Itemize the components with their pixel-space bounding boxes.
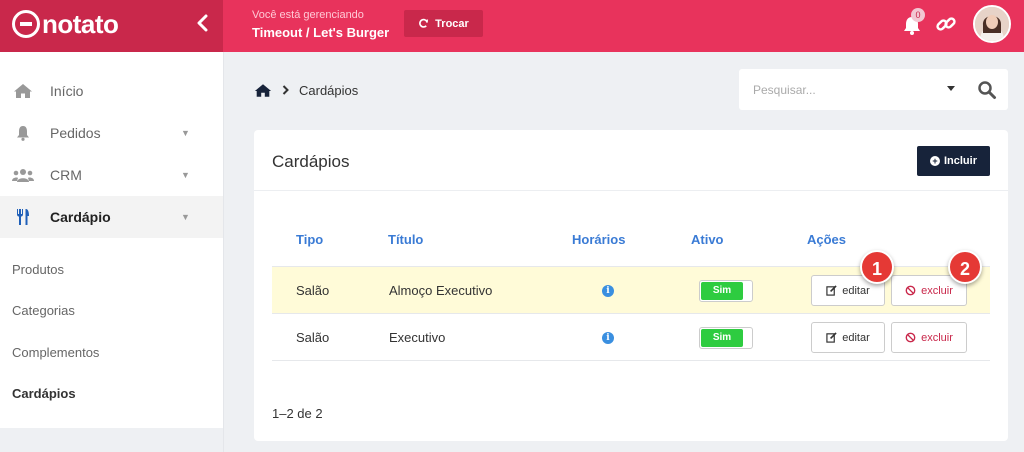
cutlery-icon	[12, 207, 34, 227]
caret-down-icon: ▼	[181, 170, 190, 180]
add-menu-button[interactable]: + Incluir	[917, 146, 990, 176]
menus-card: Cardápios + Incluir Tipo Título Horários…	[254, 130, 1008, 441]
edit-label: editar	[842, 284, 870, 297]
store-name: Timeout / Let's Burger	[252, 25, 390, 40]
managing-label: Você está gerenciando	[252, 9, 364, 21]
column-header-titulo[interactable]: Título	[388, 232, 423, 247]
switch-store-label: Trocar	[435, 17, 469, 30]
column-header-ativo[interactable]: Ativo	[691, 232, 724, 247]
store-context: Você está gerenciando Timeout / Let's Bu…	[252, 8, 389, 44]
column-header-horarios[interactable]: Horários	[572, 232, 625, 247]
sidebar-item-label: CRM	[50, 167, 82, 183]
edit-icon	[826, 332, 837, 343]
active-toggle[interactable]: Sim	[699, 280, 753, 302]
ban-icon	[905, 332, 916, 343]
sidebar-subitem-produtos[interactable]: Produtos	[12, 262, 64, 277]
add-menu-label: Incluir	[943, 155, 977, 167]
active-toggle-label: Sim	[701, 329, 743, 347]
annotation-marker-2: 2	[948, 250, 982, 284]
sidebar: Início Pedidos ▼ CRM ▼ Cardápio ▼ Produt…	[0, 52, 223, 428]
cell-titulo: Almoço Executivo	[389, 283, 493, 298]
users-icon	[12, 165, 34, 185]
schedule-info-icon[interactable]: i	[602, 285, 614, 297]
plus-circle-icon: +	[929, 156, 940, 166]
search-dropdown-caret-icon[interactable]	[947, 86, 955, 91]
breadcrumb: Cardápios	[254, 80, 358, 100]
sidebar-item-label: Início	[50, 83, 84, 99]
switch-store-button[interactable]: Trocar	[404, 10, 483, 37]
user-avatar[interactable]	[973, 5, 1011, 43]
sidebar-item-cardapio[interactable]: Cardápio ▼	[0, 196, 223, 238]
top-bar: notato Você está gerenciando Timeout / L…	[0, 0, 1024, 52]
sidebar-item-crm[interactable]: CRM ▼	[0, 154, 223, 196]
schedule-info-icon[interactable]: i	[602, 332, 614, 344]
delete-label: excluir	[921, 284, 953, 297]
search-input[interactable]	[739, 69, 967, 110]
edit-icon	[826, 285, 837, 296]
home-icon	[12, 81, 34, 101]
refresh-icon	[419, 18, 429, 28]
cell-tipo: Salão	[296, 330, 330, 345]
logo-text: notato	[42, 9, 119, 39]
sidebar-subitem-complementos[interactable]: Complementos	[12, 345, 99, 360]
delete-label: excluir	[921, 331, 953, 344]
logo[interactable]: notato	[12, 9, 119, 39]
column-header-acoes: Ações	[807, 232, 847, 247]
cell-titulo: Executivo	[389, 330, 446, 345]
logo-mark-icon	[12, 10, 40, 38]
notification-badge: 0	[911, 8, 925, 22]
edit-button[interactable]: editar	[811, 322, 885, 353]
avatar-portrait-icon	[975, 7, 1009, 41]
active-toggle-label: Sim	[701, 282, 743, 300]
sidebar-item-pedidos[interactable]: Pedidos ▼	[0, 112, 223, 154]
caret-down-icon: ▼	[181, 212, 190, 222]
search-box	[739, 69, 1008, 110]
delete-button[interactable]: excluir	[891, 322, 967, 353]
card-divider	[254, 190, 1008, 191]
sidebar-item-inicio[interactable]: Início	[0, 70, 223, 112]
edit-label: editar	[842, 331, 870, 344]
sidebar-subitem-categorias[interactable]: Categorias	[12, 303, 75, 318]
annotation-marker-1: 1	[860, 250, 894, 284]
sidebar-subitem-cardapios[interactable]: Cardápios	[12, 386, 76, 401]
active-toggle[interactable]: Sim	[699, 327, 753, 349]
sidebar-item-label: Cardápio	[50, 209, 111, 225]
ban-icon	[905, 285, 916, 296]
card-title: Cardápios	[272, 152, 350, 171]
column-header-tipo[interactable]: Tipo	[296, 232, 323, 247]
table-row: Salão Executivo i Sim editar excluir	[272, 314, 990, 361]
breadcrumb-home-icon[interactable]	[254, 83, 272, 98]
chevron-right-icon	[282, 85, 289, 95]
sidebar-edge	[223, 52, 224, 452]
link-icon[interactable]	[935, 13, 957, 35]
search-icon[interactable]	[977, 80, 997, 100]
caret-down-icon: ▼	[181, 128, 190, 138]
bell-icon	[12, 123, 34, 143]
chevron-left-icon	[197, 14, 208, 32]
logo-area: notato	[0, 0, 223, 52]
cell-tipo: Salão	[296, 283, 330, 298]
sidebar-collapse-button[interactable]	[190, 10, 214, 40]
breadcrumb-current: Cardápios	[299, 82, 359, 98]
sidebar-item-label: Pedidos	[50, 125, 101, 141]
pagination-info: 1–2 de 2	[272, 406, 323, 421]
